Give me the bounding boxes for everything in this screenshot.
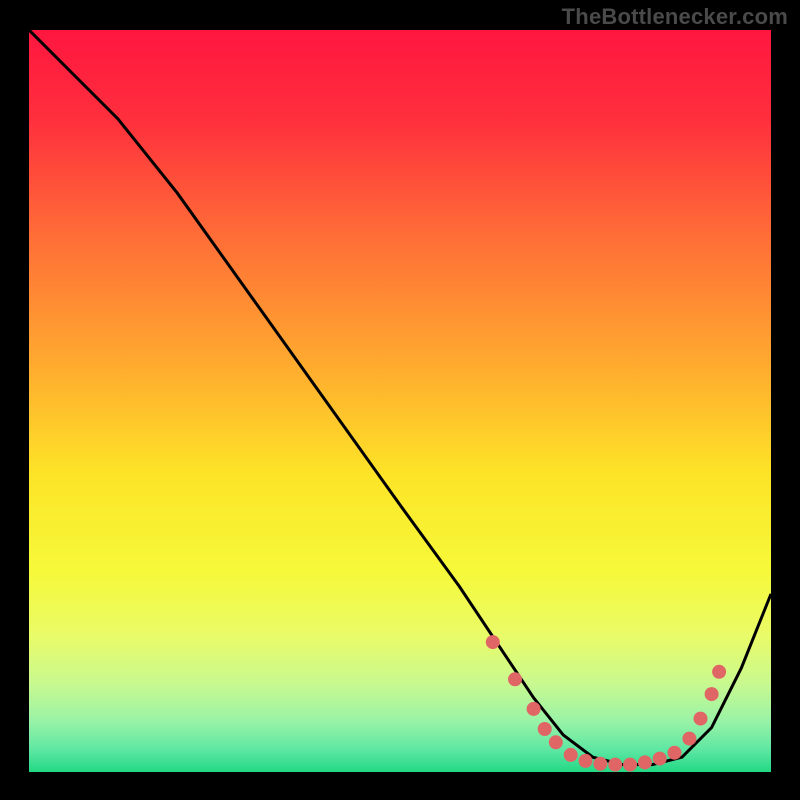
marker-point (705, 687, 719, 701)
attribution-text: TheBottlenecker.com (562, 4, 788, 30)
chart-svg (29, 30, 771, 772)
marker-point (668, 746, 682, 760)
plot-area (29, 30, 771, 772)
marker-point (486, 635, 500, 649)
gradient-background (29, 30, 771, 772)
marker-point (623, 758, 637, 772)
marker-point (593, 757, 607, 771)
marker-point (653, 752, 667, 766)
marker-point (712, 665, 726, 679)
marker-point (638, 755, 652, 769)
marker-point (564, 748, 578, 762)
marker-point (682, 732, 696, 746)
marker-point (527, 702, 541, 716)
marker-point (538, 722, 552, 736)
chart-frame: TheBottlenecker.com (0, 0, 800, 800)
marker-point (549, 735, 563, 749)
marker-point (608, 758, 622, 772)
marker-point (508, 672, 522, 686)
marker-point (579, 754, 593, 768)
marker-point (694, 712, 708, 726)
